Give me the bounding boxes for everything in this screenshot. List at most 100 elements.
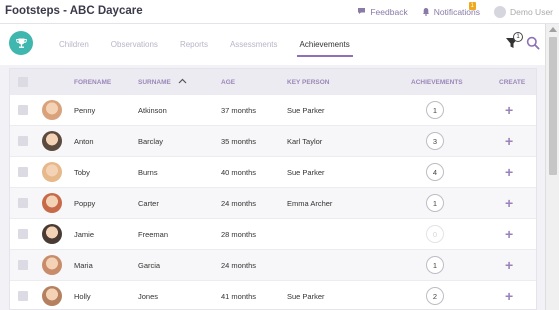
forename-cell: Maria	[74, 260, 93, 270]
row-checkbox[interactable]	[18, 198, 28, 208]
col-surname[interactable]: SURNAME	[138, 69, 187, 95]
notifications-badge: 1	[468, 1, 476, 10]
tab-reports[interactable]: Reports	[169, 24, 219, 65]
tab-bar: Children Observations Reports Assessments Ac…	[0, 24, 545, 65]
row-select-cell	[18, 126, 28, 156]
create-cell: +	[505, 95, 513, 125]
scroll-up-arrow-icon[interactable]	[549, 27, 557, 32]
forename-cell: Jamie	[74, 229, 95, 239]
row-checkbox[interactable]	[18, 229, 28, 239]
table-header: FORENAME SURNAME AGE KEY PERSON ACHIEVEM…	[10, 69, 536, 95]
surname-cell: Burns	[138, 167, 158, 177]
create-cell: +	[505, 281, 513, 309]
table-row[interactable]: Penny Atkinson 37 months Sue Parker 1 +	[10, 95, 536, 126]
tab-achievements[interactable]: Achievements	[289, 24, 361, 65]
filter-count-badge: 1	[513, 32, 523, 42]
age-cell: 40 months	[221, 167, 257, 177]
key-person-cell: Emma Archer	[287, 198, 333, 208]
row-checkbox[interactable]	[18, 167, 28, 177]
row-select-cell	[18, 188, 28, 218]
age-cell: 24 months	[221, 198, 257, 208]
row-select-cell	[18, 219, 28, 249]
user-menu[interactable]: Demo User	[494, 6, 553, 18]
child-photo-cell	[42, 95, 62, 125]
create-achievement-button[interactable]: +	[505, 227, 513, 241]
row-select-cell	[18, 157, 28, 187]
app-title: Footsteps - ABC Daycare	[5, 5, 143, 17]
table-row[interactable]: Holly Jones 41 months Sue Parker 2 +	[10, 281, 536, 309]
table-row[interactable]: Anton Barclay 35 months Karl Taylor 3 +	[10, 126, 536, 157]
achievements-count-badge[interactable]: 4	[426, 163, 444, 181]
key-person-cell: Karl Taylor	[287, 136, 323, 146]
create-cell: +	[505, 188, 513, 218]
row-select-cell	[18, 250, 28, 280]
child-photo-cell	[42, 126, 62, 156]
achievements-cell: 1	[426, 250, 444, 280]
row-checkbox[interactable]	[18, 291, 28, 301]
create-achievement-button[interactable]: +	[505, 103, 513, 117]
create-achievement-button[interactable]: +	[505, 165, 513, 179]
surname-cell: Barclay	[138, 136, 164, 146]
create-achievement-button[interactable]: +	[505, 196, 513, 210]
surname-cell: Garcia	[138, 260, 161, 270]
row-checkbox[interactable]	[18, 105, 28, 115]
search-icon	[526, 36, 540, 50]
col-surname-label: SURNAME	[138, 78, 171, 86]
create-achievement-button[interactable]: +	[505, 258, 513, 272]
row-checkbox[interactable]	[18, 260, 28, 270]
table-row[interactable]: Toby Burns 40 months Sue Parker 4 +	[10, 157, 536, 188]
surname-cell: Atkinson	[138, 105, 167, 115]
col-age[interactable]: AGE	[221, 69, 235, 95]
achievements-count-badge[interactable]: 0	[426, 225, 444, 243]
achievements-count-badge[interactable]: 1	[426, 256, 444, 274]
tab-observations[interactable]: Observations	[100, 24, 169, 65]
child-photo	[42, 162, 62, 182]
select-all-checkbox[interactable]	[18, 77, 28, 87]
key-person-cell: Sue Parker	[287, 291, 325, 301]
surname-cell: Jones	[138, 291, 159, 301]
table-row[interactable]: Poppy Carter 24 months Emma Archer 1 +	[10, 188, 536, 219]
search-button[interactable]	[526, 36, 540, 50]
scroll-thumb[interactable]	[549, 37, 557, 175]
age-cell: 37 months	[221, 105, 257, 115]
achievements-table: FORENAME SURNAME AGE KEY PERSON ACHIEVEM…	[9, 68, 537, 310]
create-cell: +	[505, 250, 513, 280]
key-person-cell: Sue Parker	[287, 105, 325, 115]
create-achievement-button[interactable]: +	[505, 134, 513, 148]
child-photo-cell	[42, 219, 62, 249]
col-forename[interactable]: FORENAME	[74, 69, 111, 95]
child-photo-cell	[42, 281, 62, 309]
table-row[interactable]: Maria Garcia 24 months 1 +	[10, 250, 536, 281]
achievements-count-badge[interactable]: 3	[426, 132, 444, 150]
create-achievement-button[interactable]: +	[505, 289, 513, 303]
child-photo-cell	[42, 188, 62, 218]
feedback-link[interactable]: Feedback	[357, 7, 408, 17]
notifications-link[interactable]: Notifications 1	[422, 1, 480, 18]
forename-cell: Penny	[74, 105, 96, 115]
create-cell: +	[505, 126, 513, 156]
tab-children[interactable]: Children	[48, 24, 100, 65]
top-bar: Footsteps - ABC Daycare Feedback Notific…	[0, 0, 559, 24]
table-row[interactable]: Jamie Freeman 28 months 0 +	[10, 219, 536, 250]
col-achievements[interactable]: ACHIEVEMENTS	[411, 69, 463, 95]
achievements-cell: 2	[426, 281, 444, 309]
forename-cell: Anton	[74, 136, 94, 146]
user-name: Demo User	[510, 7, 553, 17]
tab-assessments[interactable]: Assessments	[219, 24, 289, 65]
create-cell: +	[505, 219, 513, 249]
achievements-cell: 1	[426, 188, 444, 218]
achievements-count-badge[interactable]: 1	[426, 194, 444, 212]
vertical-scrollbar[interactable]	[545, 24, 559, 310]
child-photo-cell	[42, 157, 62, 187]
forename-cell: Holly	[74, 291, 91, 301]
row-checkbox[interactable]	[18, 136, 28, 146]
achievements-cell: 0	[426, 219, 444, 249]
key-person-cell: Sue Parker	[287, 167, 325, 177]
col-key-person[interactable]: KEY PERSON	[287, 69, 330, 95]
col-create: CREATE	[499, 78, 526, 86]
achievements-cell: 3	[426, 126, 444, 156]
child-photo	[42, 224, 62, 244]
achievements-count-badge[interactable]: 2	[426, 287, 444, 305]
achievements-count-badge[interactable]: 1	[426, 101, 444, 119]
row-select-cell	[18, 95, 28, 125]
